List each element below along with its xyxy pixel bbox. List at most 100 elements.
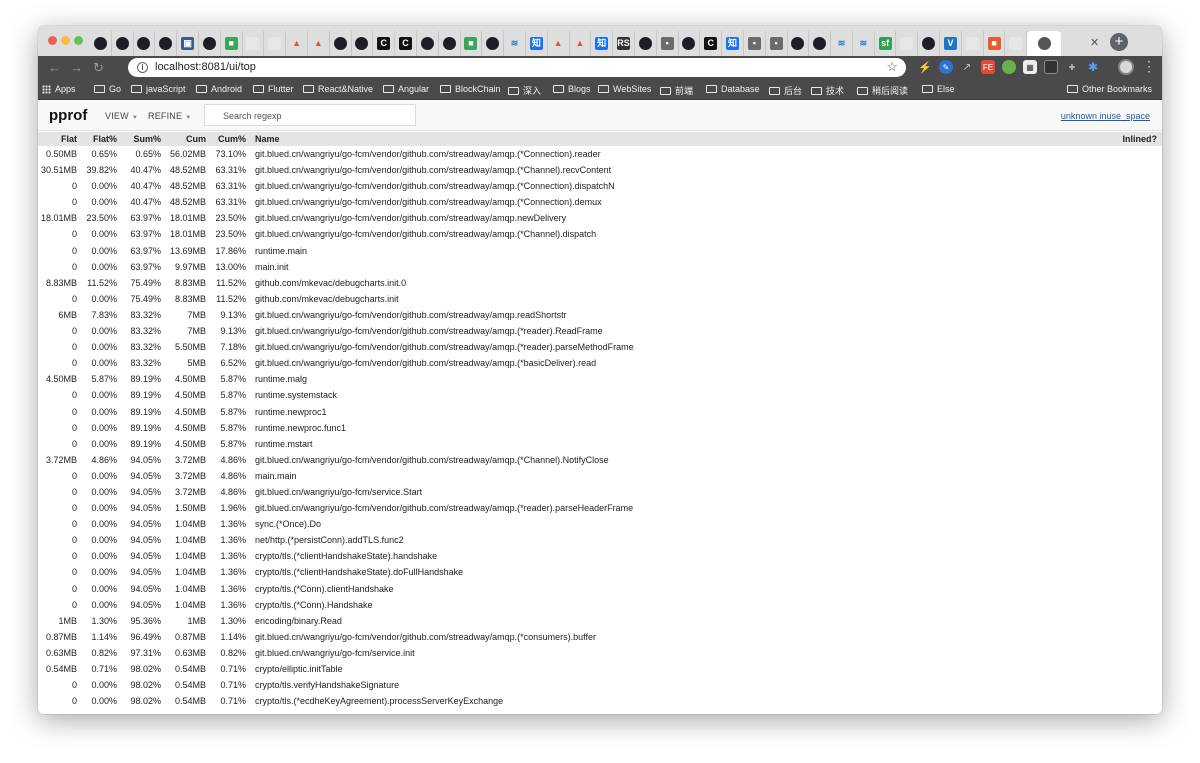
- table-row[interactable]: 0 0.00% 89.19% 4.50MB 5.87% runtime.mstart: [38, 436, 1162, 452]
- bookmark-item[interactable]: Flutter: [253, 84, 294, 94]
- bookmark-item[interactable]: Android: [196, 84, 242, 94]
- browser-tab[interactable]: [679, 31, 701, 56]
- browser-tab[interactable]: V: [940, 31, 962, 56]
- new-tab-button[interactable]: +: [1110, 33, 1128, 51]
- lightning-icon[interactable]: ⚡: [918, 60, 932, 74]
- browser-tab[interactable]: ≋: [831, 31, 853, 56]
- table-row[interactable]: 0 0.00% 94.05% 1.04MB 1.36% sync.(*Once).Do: [38, 516, 1162, 532]
- table-row[interactable]: 0 0.00% 40.47% 48.52MB 63.31% git.blued.cn/wa…: [38, 178, 1162, 194]
- bookmark-star-icon[interactable]: ☆: [886, 59, 898, 75]
- bookmark-item[interactable]: Else: [922, 84, 955, 94]
- bookmark-item[interactable]: WebSites: [598, 84, 651, 94]
- browser-tab[interactable]: [417, 31, 439, 56]
- browser-tab[interactable]: [962, 31, 984, 56]
- extension-chart-icon[interactable]: ↗: [960, 60, 974, 74]
- table-row[interactable]: 4.50MB 5.87% 89.19% 4.50MB 5.87% runtime.malg: [38, 371, 1162, 387]
- table-row[interactable]: 0 0.00% 98.02% 0.54MB 0.71% crypto/tls.(*ecdh…: [38, 693, 1162, 709]
- table-row[interactable]: 0 0.00% 94.05% 1.04MB 1.36% crypto/tls.(*clie…: [38, 564, 1162, 580]
- extension-blue-icon[interactable]: ✎: [939, 60, 953, 74]
- search-input[interactable]: Search regexp: [204, 104, 416, 126]
- address-bar[interactable]: i localhost:8081/ui/top ☆: [128, 58, 906, 77]
- table-row[interactable]: 0 0.00% 94.05% 1.04MB 1.36% crypto/tls.(*Conn…: [38, 597, 1162, 613]
- browser-tab[interactable]: [112, 31, 134, 56]
- browser-tab[interactable]: C: [373, 31, 396, 56]
- forward-icon[interactable]: →: [70, 60, 83, 75]
- browser-tab[interactable]: ≋: [853, 31, 875, 56]
- table-row[interactable]: 18.01MB 23.50% 63.97% 18.01MB 23.50% git.blue…: [38, 210, 1162, 226]
- back-icon[interactable]: ←: [48, 60, 61, 75]
- sample-type-link[interactable]: unknown inuse_space: [1061, 111, 1150, 121]
- table-row[interactable]: 0 0.00% 89.19% 4.50MB 5.87% runtime.newproc1: [38, 404, 1162, 420]
- table-row[interactable]: 30.51MB 39.82% 40.47% 48.52MB 63.31% git.blue…: [38, 162, 1162, 178]
- browser-tab[interactable]: [330, 31, 352, 56]
- browser-tab[interactable]: [243, 31, 265, 56]
- bookmark-item[interactable]: javaScript: [131, 84, 186, 94]
- browser-tab[interactable]: 知: [722, 31, 744, 56]
- table-row[interactable]: 0 0.00% 94.05% 1.04MB 1.36% crypto/tls.(*clie…: [38, 548, 1162, 564]
- browser-menu-icon[interactable]: ⋮: [1142, 58, 1156, 75]
- minimize-window-button[interactable]: [61, 36, 70, 45]
- bookmark-item[interactable]: 稍后阅读: [857, 84, 908, 97]
- table-row[interactable]: 0 0.00% 94.05% 1.04MB 1.36% net/http.(*persis…: [38, 532, 1162, 548]
- bookmark-item[interactable]: BlockChain: [440, 84, 501, 94]
- header-cum-pct[interactable]: Cum%: [218, 134, 246, 144]
- browser-tab[interactable]: [134, 31, 156, 56]
- browser-tab[interactable]: ■: [221, 31, 243, 56]
- browser-tab[interactable]: [809, 31, 832, 56]
- browser-tab[interactable]: C: [395, 31, 417, 56]
- table-row[interactable]: 3.72MB 4.86% 94.05% 3.72MB 4.86% git.blued.cn…: [38, 452, 1162, 468]
- header-name[interactable]: Name: [255, 134, 280, 144]
- bookmark-item[interactable]: Angular: [383, 84, 429, 94]
- bookmark-item[interactable]: 深入: [508, 84, 541, 97]
- header-cum[interactable]: Cum: [186, 134, 206, 144]
- browser-tab[interactable]: ▲: [570, 31, 592, 56]
- header-inlined[interactable]: Inlined?: [1123, 134, 1158, 144]
- table-row[interactable]: 1MB 1.30% 95.36% 1MB 1.30% encoding/binary.Re…: [38, 613, 1162, 629]
- table-row[interactable]: 0 0.00% 75.49% 8.83MB 11.52% github.com/mkeva…: [38, 291, 1162, 307]
- browser-tab[interactable]: ■: [984, 31, 1006, 56]
- browser-tab[interactable]: 知: [591, 31, 614, 56]
- info-icon[interactable]: i: [137, 62, 148, 73]
- browser-tab[interactable]: 知: [526, 31, 548, 56]
- browser-tab[interactable]: [439, 31, 461, 56]
- table-row[interactable]: 0 0.00% 94.05% 3.72MB 4.86% git.blued.cn/wang…: [38, 484, 1162, 500]
- extension-star-icon[interactable]: ✱: [1086, 60, 1100, 74]
- table-row[interactable]: 0 0.00% 40.47% 48.52MB 63.31% git.blued.cn/wa…: [38, 194, 1162, 210]
- table-row[interactable]: 0 0.00% 98.02% 0.54MB 0.71% crypto/tls.verify…: [38, 677, 1162, 693]
- bookmark-item[interactable]: 前端: [660, 84, 693, 97]
- table-row[interactable]: 8.83MB 11.52% 75.49% 8.83MB 11.52% github.com…: [38, 275, 1162, 291]
- bookmark-item[interactable]: Blogs: [553, 84, 591, 94]
- browser-tab[interactable]: [352, 31, 374, 56]
- browser-tab[interactable]: [896, 31, 919, 56]
- table-row[interactable]: 0.54MB 0.71% 98.02% 0.54MB 0.71% crypto/ellip…: [38, 661, 1162, 677]
- bookmark-item[interactable]: 后台: [769, 84, 802, 97]
- table-row[interactable]: 0 0.00% 94.05% 3.72MB 4.86% main.main: [38, 468, 1162, 484]
- table-row[interactable]: 0.50MB 0.65% 0.65% 56.02MB 73.10% git.blued.c…: [38, 146, 1162, 162]
- table-row[interactable]: 0 0.00% 89.19% 4.50MB 5.87% runtime.newproc.f…: [38, 420, 1162, 436]
- browser-tab[interactable]: [199, 31, 221, 56]
- browser-tab[interactable]: ▪: [766, 31, 788, 56]
- table-row[interactable]: 0 0.00% 63.97% 18.01MB 23.50% git.blued.cn/wa…: [38, 226, 1162, 242]
- view-menu[interactable]: VIEW ▼: [105, 111, 138, 121]
- browser-tab[interactable]: [482, 31, 505, 56]
- table-row[interactable]: 0 0.00% 94.05% 1.50MB 1.96% git.blued.cn/wang…: [38, 500, 1162, 516]
- header-flat[interactable]: Flat: [61, 134, 77, 144]
- browser-tab[interactable]: [90, 31, 112, 56]
- table-row[interactable]: 0 0.00% 94.05% 1.04MB 1.36% crypto/tls.(*Conn…: [38, 581, 1162, 597]
- browser-tab[interactable]: ≋: [504, 31, 526, 56]
- table-row[interactable]: 6MB 7.83% 83.32% 7MB 9.13% git.blued.cn/wangr…: [38, 307, 1162, 323]
- browser-tab[interactable]: [1005, 31, 1028, 56]
- extension-puzzle-icon[interactable]: ✚: [1065, 60, 1079, 74]
- reload-icon[interactable]: ↻: [93, 60, 104, 76]
- browser-tab[interactable]: ■: [461, 31, 483, 56]
- browser-tab[interactable]: [918, 31, 941, 56]
- header-sum-pct[interactable]: Sum%: [133, 134, 161, 144]
- other-bookmarks[interactable]: Other Bookmarks: [1066, 84, 1152, 94]
- profile-avatar[interactable]: [1118, 59, 1134, 75]
- bookmark-item[interactable]: Database: [706, 84, 760, 94]
- table-row[interactable]: 0 0.00% 83.32% 5.50MB 7.18% git.blued.cn/wang…: [38, 339, 1162, 355]
- refine-menu[interactable]: REFINE ▼: [148, 111, 191, 121]
- browser-tab[interactable]: sf: [875, 31, 897, 56]
- table-row[interactable]: 0 0.00% 83.32% 5MB 6.52% git.blued.cn/wangriy…: [38, 355, 1162, 371]
- table-row[interactable]: 0 0.00% 89.19% 4.50MB 5.87% runtime.systemsta…: [38, 387, 1162, 403]
